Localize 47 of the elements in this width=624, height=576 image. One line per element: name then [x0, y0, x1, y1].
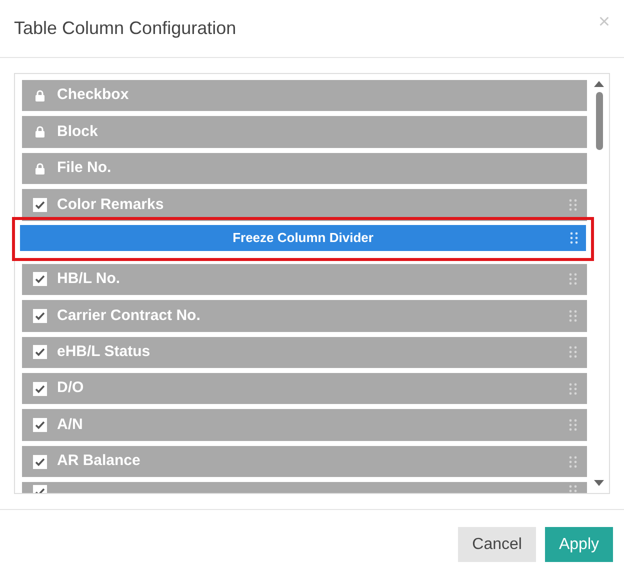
checkbox[interactable] — [33, 345, 47, 360]
drag-handle-icon[interactable] — [569, 382, 577, 395]
column-row[interactable]: A/N — [22, 409, 587, 441]
divider-label: Freeze Column Divider — [232, 228, 374, 247]
lock-icon — [35, 90, 45, 102]
scroll-down-icon[interactable] — [594, 480, 604, 487]
column-row[interactable]: AR Balance — [22, 446, 587, 478]
drag-handle-icon[interactable] — [569, 419, 577, 432]
close-button[interactable]: × — [598, 12, 610, 32]
column-label: eHB/L Status — [57, 342, 152, 362]
dialog-title: Table Column Configuration — [14, 17, 236, 40]
checkbox[interactable] — [33, 382, 47, 396]
drag-handle-icon[interactable] — [569, 456, 577, 468]
drag-handle-icon[interactable] — [569, 198, 577, 211]
scroll-up-icon[interactable] — [594, 80, 604, 87]
column-row[interactable]: Color Remarks — [22, 189, 587, 221]
lock-icon — [35, 162, 45, 175]
drag-handle-icon[interactable] — [569, 346, 577, 358]
checkbox[interactable] — [33, 198, 47, 212]
column-label: Carrier Contract No. — [57, 306, 202, 326]
column-label: Block — [57, 122, 99, 142]
column-row[interactable]: D/O — [22, 372, 587, 404]
column-row[interactable]: HB/L No. — [22, 264, 587, 296]
freeze-divider-row[interactable]: Freeze Column Divider — [20, 224, 586, 251]
drag-handle-icon[interactable] — [569, 485, 577, 494]
column-row[interactable]: File No. — [22, 152, 587, 184]
drag-handle-icon[interactable] — [569, 310, 577, 322]
column-row[interactable]: Checkbox — [22, 80, 587, 112]
checkbox[interactable] — [33, 308, 47, 323]
cancel-button[interactable]: Cancel — [458, 527, 536, 562]
lock-icon — [35, 126, 45, 138]
column-row[interactable]: Carrier Contract No. — [22, 300, 587, 332]
column-label: A/N — [57, 414, 84, 435]
column-label: Color Remarks — [57, 194, 165, 215]
column-label: D/O — [57, 378, 85, 398]
checkbox[interactable] — [33, 454, 47, 468]
drag-handle-icon[interactable] — [569, 273, 577, 286]
checkbox[interactable] — [33, 418, 47, 432]
column-row[interactable]: Block — [22, 116, 587, 148]
column-row[interactable]: eHB/L Status — [22, 336, 587, 368]
drag-handle-icon[interactable] — [570, 232, 578, 244]
column-label: AR Balance — [57, 451, 142, 472]
checkbox[interactable] — [33, 272, 47, 286]
column-label: Checkbox — [57, 85, 130, 106]
column-label: HB/L No. — [57, 269, 122, 290]
apply-button[interactable]: Apply — [544, 527, 613, 562]
column-label: File No. — [57, 158, 112, 178]
